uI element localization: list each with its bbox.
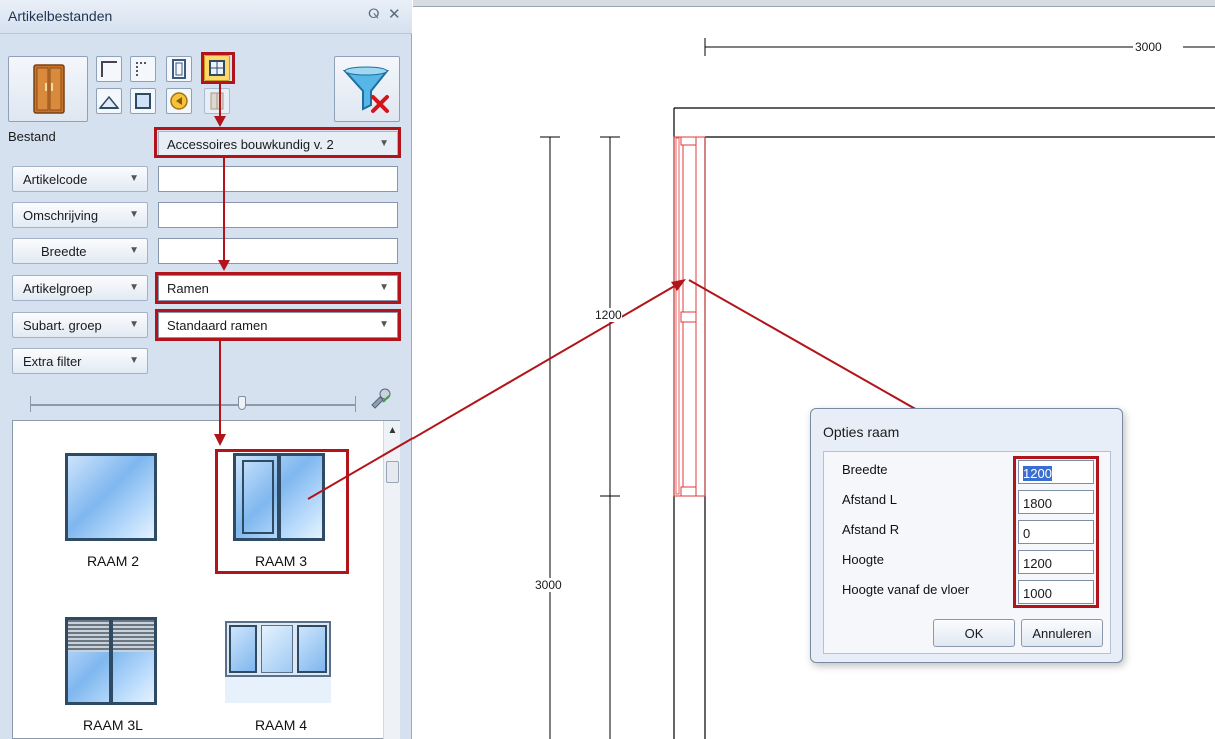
cabinet-button[interactable] bbox=[204, 88, 230, 114]
paint-icon[interactable] bbox=[366, 386, 394, 412]
chevron-down-icon: ▼ bbox=[129, 209, 139, 220]
artikelgroep-filter-button[interactable]: Artikelgroep ▼ bbox=[12, 275, 148, 301]
raam-4-sill bbox=[225, 677, 331, 703]
artikelcode-label: Artikelcode bbox=[23, 172, 88, 187]
zoom-slider-thumb[interactable] bbox=[238, 396, 246, 410]
cancel-button[interactable]: Annuleren bbox=[1021, 619, 1103, 647]
pin-icon[interactable]: ⵕ bbox=[368, 6, 380, 22]
chevron-down-icon: ▼ bbox=[129, 173, 139, 184]
gallery-item-caption: RAAM 3L bbox=[83, 717, 143, 733]
bestand-highlight bbox=[154, 127, 401, 158]
chevron-down-icon: ▼ bbox=[129, 319, 139, 330]
raam-3l-thumbnail bbox=[65, 617, 157, 705]
sound-icon bbox=[170, 92, 188, 110]
corner-icon bbox=[101, 61, 117, 77]
subart-label: Subart. groep bbox=[23, 318, 102, 333]
scroll-thumb[interactable] bbox=[386, 461, 399, 483]
ok-button[interactable]: OK bbox=[933, 619, 1015, 647]
subart-highlight bbox=[155, 309, 401, 341]
gallery-item-caption: RAAM 4 bbox=[254, 717, 308, 733]
corner-button[interactable] bbox=[96, 56, 122, 82]
omschrijving-input[interactable] bbox=[158, 202, 398, 228]
dim-3000-vertical: 3000 bbox=[535, 578, 562, 592]
article-panel: Artikelbestanden ⵕ ✕ Bestand Accessoires… bbox=[0, 0, 412, 739]
panel-title: Artikelbestanden bbox=[8, 8, 113, 24]
close-icon[interactable]: ✕ bbox=[388, 5, 401, 23]
omschrijving-label: Omschrijving bbox=[23, 208, 99, 223]
subart-filter-button[interactable]: Subart. groep ▼ bbox=[12, 312, 148, 338]
wardrobe-button[interactable] bbox=[8, 56, 88, 122]
breedte-label: Breedte bbox=[41, 244, 87, 259]
dim-3000-top: 3000 bbox=[1135, 40, 1162, 54]
zoom-slider[interactable] bbox=[30, 404, 356, 406]
slider-start-tick bbox=[30, 396, 31, 412]
raam-3-highlight bbox=[215, 449, 349, 574]
chevron-down-icon: ▼ bbox=[129, 282, 139, 293]
panel-titlebar: Artikelbestanden ⵕ ✕ bbox=[0, 0, 412, 34]
filter-clear-icon bbox=[342, 66, 390, 113]
artikelgroep-label: Artikelgroep bbox=[23, 281, 93, 296]
omschrijving-filter-button[interactable]: Omschrijving ▼ bbox=[12, 202, 148, 228]
artikelcode-input[interactable] bbox=[158, 166, 398, 192]
gallery-item-raam-2[interactable]: RAAM 2 bbox=[53, 447, 173, 587]
gallery-item-raam-3l[interactable]: RAAM 3L bbox=[53, 611, 173, 739]
afstand-r-label: Afstand R bbox=[842, 522, 900, 537]
chevron-down-icon: ▼ bbox=[129, 245, 139, 256]
artikelgroep-highlight bbox=[155, 272, 401, 304]
artikelcode-filter-button[interactable]: Artikelcode ▼ bbox=[12, 166, 148, 192]
clear-filter-button[interactable] bbox=[334, 56, 400, 122]
frame-icon bbox=[135, 93, 151, 109]
dialog-fields-highlight bbox=[1013, 456, 1099, 608]
dim-1200: 1200 bbox=[595, 308, 622, 322]
extra-filter-button[interactable]: Extra filter ▼ bbox=[12, 348, 148, 374]
window-options-dialog: Opties raam Breedte 1200 Afstand L 1800 … bbox=[810, 408, 1123, 663]
grid-dots-button[interactable] bbox=[130, 56, 156, 82]
roof-icon bbox=[98, 95, 120, 109]
frame-button[interactable] bbox=[130, 88, 156, 114]
gallery-item-raam-4[interactable]: RAAM 4 bbox=[221, 611, 341, 739]
chevron-down-icon: ▼ bbox=[129, 355, 139, 366]
gallery-item-caption: RAAM 2 bbox=[86, 553, 140, 569]
door-button[interactable] bbox=[166, 56, 192, 82]
extra-filter-label: Extra filter bbox=[23, 354, 82, 369]
scroll-up-icon[interactable]: ▲ bbox=[384, 425, 401, 436]
raam-4-thumbnail bbox=[225, 621, 331, 677]
sound-button[interactable] bbox=[166, 88, 192, 114]
slider-end-tick bbox=[355, 396, 356, 412]
bestand-label: Bestand bbox=[8, 129, 56, 144]
hoogte-label: Hoogte bbox=[842, 552, 884, 567]
roof-button[interactable] bbox=[96, 88, 122, 114]
breedte-field-label: Breedte bbox=[842, 462, 888, 477]
breedte-input[interactable] bbox=[158, 238, 398, 264]
cabinet-icon bbox=[210, 92, 224, 110]
article-gallery: RAAM 2 RAAM 3 RAAM 3L RAAM 4 ▲ bbox=[12, 420, 400, 739]
grid-icon bbox=[136, 62, 146, 76]
wardrobe-icon bbox=[33, 64, 65, 114]
hoogte-vloer-label: Hoogte vanaf de vloer bbox=[842, 582, 970, 597]
door-icon bbox=[172, 59, 186, 79]
window-button-highlight bbox=[201, 52, 235, 84]
gallery-scrollbar[interactable]: ▲ bbox=[383, 421, 400, 739]
dialog-title: Opties raam bbox=[823, 424, 900, 440]
raam-2-thumbnail bbox=[65, 453, 157, 541]
afstand-l-label: Afstand L bbox=[842, 492, 897, 507]
breedte-filter-button[interactable]: Breedte ▼ bbox=[12, 238, 148, 264]
